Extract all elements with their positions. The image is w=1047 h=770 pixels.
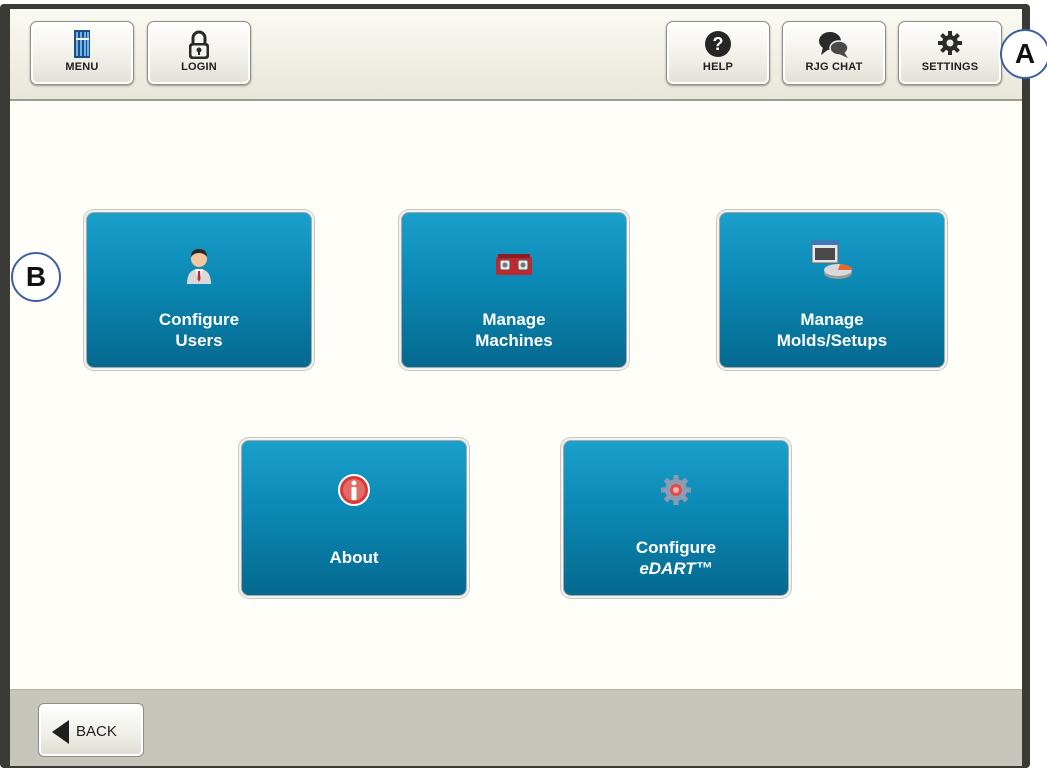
bottom-bar: BACK	[10, 689, 1022, 766]
manage-machines-tile[interactable]: Manage Machines	[401, 212, 627, 368]
about-label: About	[329, 548, 379, 567]
back-button[interactable]: BACK	[38, 703, 144, 757]
lock-icon	[148, 30, 250, 60]
callout-a: A	[1000, 29, 1047, 79]
manage-molds-setups-tile[interactable]: Manage Molds/Setups	[719, 212, 945, 368]
configure-users-tile[interactable]: Configure Users	[86, 212, 312, 368]
app-screen: MENU LOGIN ? HELP RJG CHAT SETTINGS Conf…	[10, 9, 1022, 766]
rjg-chat-button[interactable]: RJG CHAT	[782, 21, 886, 85]
back-arrow-icon	[52, 720, 69, 744]
edart-gear-icon	[564, 473, 788, 513]
settings-label: SETTINGS	[921, 61, 979, 73]
machine-icon	[402, 245, 626, 285]
molds-setups-icon	[720, 239, 944, 279]
configure-edart-label: Configure eDART™	[635, 538, 717, 578]
configure-users-label: Configure Users	[158, 310, 240, 350]
manage-molds-setups-label: Manage Molds/Setups	[776, 310, 888, 350]
menu-icon	[31, 30, 133, 60]
chat-icon	[783, 30, 885, 60]
menu-button[interactable]: MENU	[30, 21, 134, 85]
user-icon	[87, 245, 311, 285]
menu-label: MENU	[65, 61, 99, 73]
help-button[interactable]: ? HELP	[666, 21, 770, 85]
info-icon	[242, 473, 466, 513]
help-label: HELP	[702, 61, 734, 73]
back-label: BACK	[76, 723, 117, 740]
rjg-chat-label: RJG CHAT	[805, 61, 863, 73]
about-tile[interactable]: About	[241, 440, 467, 596]
callout-b: B	[11, 252, 61, 302]
configure-edart-tile[interactable]: Configure eDART™	[563, 440, 789, 596]
top-toolbar: MENU LOGIN ? HELP RJG CHAT SETTINGS	[10, 9, 1022, 101]
svg-text:?: ?	[713, 34, 724, 54]
settings-button[interactable]: SETTINGS	[898, 21, 1002, 85]
login-button[interactable]: LOGIN	[147, 21, 251, 85]
gear-icon	[899, 30, 1001, 60]
login-label: LOGIN	[181, 61, 217, 73]
help-icon: ?	[667, 30, 769, 60]
manage-machines-label: Manage Machines	[475, 310, 553, 350]
